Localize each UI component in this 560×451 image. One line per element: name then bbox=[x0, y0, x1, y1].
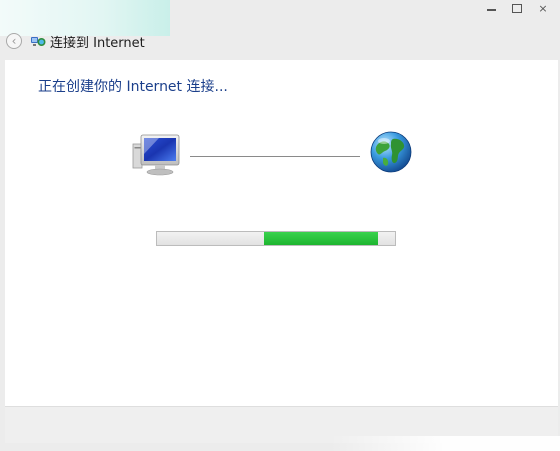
progress-fill bbox=[264, 232, 379, 245]
status-heading: 正在创建你的 Internet 连接... bbox=[38, 79, 228, 95]
connection-line bbox=[190, 156, 360, 157]
close-icon: × bbox=[538, 1, 548, 15]
maximize-button[interactable] bbox=[504, 0, 530, 16]
close-button[interactable]: × bbox=[530, 0, 556, 16]
bottom-fade bbox=[330, 436, 560, 451]
connect-to-internet-window: × ‹ 连接到 Internet 正在创建你的 Internet 连接... bbox=[0, 0, 560, 451]
progress-bar bbox=[156, 231, 396, 246]
content-panel: 正在创建你的 Internet 连接... bbox=[5, 60, 558, 406]
minimize-button[interactable] bbox=[478, 0, 504, 16]
minimize-icon bbox=[486, 9, 496, 11]
maximize-icon bbox=[512, 3, 522, 13]
computer-icon bbox=[132, 134, 180, 176]
window-title: 连接到 Internet bbox=[50, 35, 145, 51]
network-icon bbox=[31, 37, 46, 46]
title-bar: ‹ 连接到 Internet bbox=[6, 30, 145, 52]
back-arrow-icon: ‹ bbox=[11, 34, 17, 48]
back-button[interactable]: ‹ bbox=[6, 33, 22, 49]
globe-icon bbox=[370, 131, 412, 173]
